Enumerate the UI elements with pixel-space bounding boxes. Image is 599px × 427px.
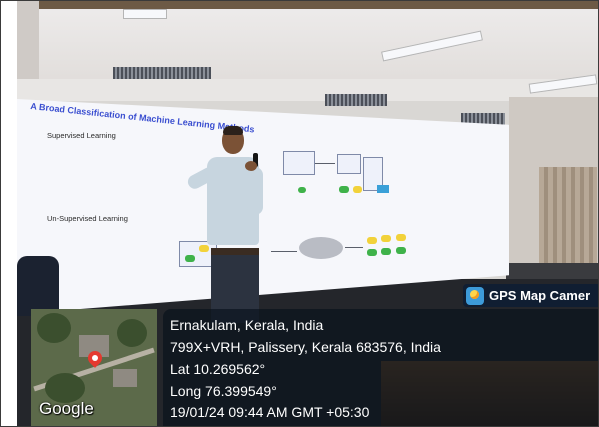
diagram-cluster-item xyxy=(396,247,406,254)
location-datetime: 19/01/24 09:44 AM GMT +05:30 xyxy=(170,404,370,420)
image-margin xyxy=(1,1,17,426)
google-logo: Google xyxy=(39,399,94,418)
slide-label-unsupervised: Un-Supervised Learning xyxy=(47,214,128,223)
location-latitude: Lat 10.269562° xyxy=(170,361,266,377)
diagram-sample xyxy=(339,186,349,193)
presenter xyxy=(185,123,285,323)
diagram-arrow xyxy=(315,163,335,164)
diagram-cluster-item xyxy=(367,249,377,256)
presenter-hair xyxy=(223,126,243,135)
ceiling-vent xyxy=(113,67,211,79)
diagram-cluster-item xyxy=(381,235,391,242)
gps-map-camera-app-icon xyxy=(466,286,484,305)
window-curtain xyxy=(539,167,597,271)
presenter-right-arm xyxy=(247,167,263,215)
diagram-cluster-item xyxy=(396,234,406,241)
ceiling-vent xyxy=(325,94,387,106)
diagram-box xyxy=(283,151,315,175)
gps-app-name: GPS Map Camer xyxy=(489,288,591,303)
diagram-sample xyxy=(353,186,362,193)
diagram-box xyxy=(337,154,361,174)
map-building xyxy=(113,369,137,387)
location-info-panel: Ernakulam, Kerala, India 799X+VRH, Palis… xyxy=(163,309,598,426)
location-address: 799X+VRH, Palissery, Kerala 683576, Indi… xyxy=(170,339,441,355)
diagram-sample xyxy=(298,187,306,193)
diagram-cluster-item xyxy=(367,237,377,244)
slide-label-supervised: Supervised Learning xyxy=(47,131,116,140)
map-tree-canopy xyxy=(37,313,71,343)
diagram-arrow xyxy=(345,247,363,248)
diagram-cluster-item xyxy=(381,248,391,255)
location-city: Ernakulam, Kerala, India xyxy=(170,317,324,333)
ceiling-edge xyxy=(17,1,598,9)
location-map-thumbnail: Google xyxy=(31,309,157,426)
diagram-cluster-cloud xyxy=(299,237,343,259)
ceiling-light xyxy=(123,9,167,19)
map-tree-canopy xyxy=(117,319,147,347)
location-longitude: Long 76.399549° xyxy=(170,383,277,399)
audience-chair xyxy=(17,256,59,316)
diagram-output-block xyxy=(377,185,389,193)
presenter-belt xyxy=(211,248,259,255)
gps-app-badge: GPS Map Camer xyxy=(463,284,598,307)
photo-frame: A Broad Classification of Machine Learni… xyxy=(0,0,599,427)
presenter-hand xyxy=(245,161,257,171)
